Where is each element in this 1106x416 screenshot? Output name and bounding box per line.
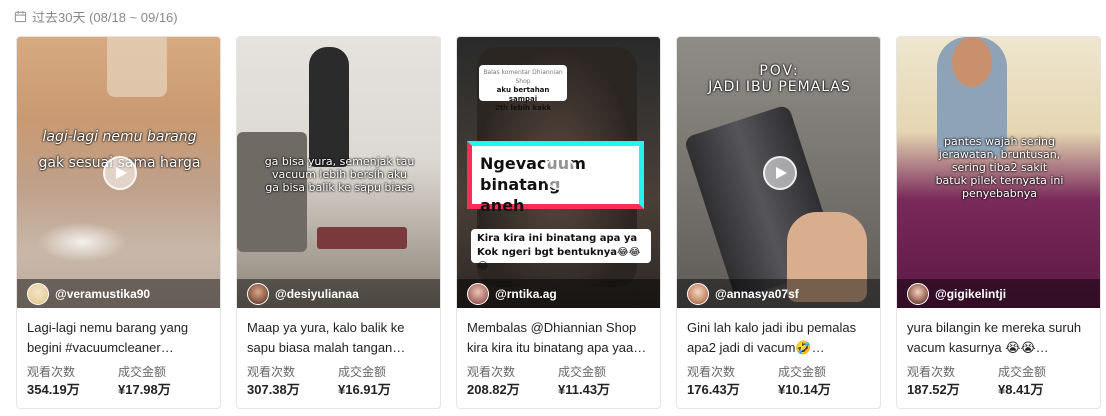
views-stat: 观看次数 176.43万	[687, 365, 778, 398]
video-stats: 观看次数 307.38万 成交金额 ¥16.91万	[237, 365, 440, 398]
thumbnail-detail	[37, 222, 127, 262]
gmv-label: 成交金额	[778, 365, 827, 379]
gmv-label: 成交金额	[118, 365, 167, 379]
author-bar: @annasya07sf	[677, 279, 880, 308]
video-card[interactable]: pantes wajah sering jerawatan, bruntusan…	[896, 36, 1101, 409]
avatar[interactable]	[27, 282, 49, 305]
thumbnail-detail	[107, 37, 167, 97]
video-thumbnail[interactable]: lagi-lagi nemu barang gak sesuai sama ha…	[17, 37, 220, 308]
video-card[interactable]: POV: JADI IBU PEMALAS @annasya07sf Gini …	[676, 36, 881, 409]
calendar-icon	[14, 10, 27, 22]
views-value: 354.19万	[27, 382, 80, 397]
reply-bubble-line: Balas komentar Dhiannian Shop	[483, 69, 563, 85]
overlay-line: pantes wajah sering	[943, 135, 1056, 148]
video-stats: 观看次数 176.43万 成交金额 ¥10.14万	[677, 365, 880, 398]
author-bar: @rntika.ag	[457, 279, 660, 308]
gmv-value: ¥11.43万	[558, 382, 611, 397]
author-handle[interactable]: @veramustika90	[55, 287, 150, 301]
gmv-label: 成交金额	[558, 365, 607, 379]
views-label: 观看次数	[687, 365, 736, 379]
views-value: 208.82万	[467, 382, 520, 397]
overlay-line: penyebabnya	[962, 187, 1037, 200]
views-label: 观看次数	[247, 365, 296, 379]
video-stats: 观看次数 354.19万 成交金额 ¥17.98万	[17, 365, 220, 398]
gmv-stat: 成交金额 ¥8.41万	[998, 365, 1089, 398]
video-caption[interactable]: Membalas @Dhiannian Shop kira kira itu b…	[457, 308, 660, 365]
video-thumbnail[interactable]: POV: JADI IBU PEMALAS @annasya07sf	[677, 37, 880, 308]
reply-bubble-line: aku bertahan sampai	[496, 86, 550, 103]
play-icon[interactable]	[542, 155, 577, 190]
overlay-line: batuk pilek ternyata ini	[935, 174, 1064, 187]
gmv-value: ¥17.98万	[118, 382, 171, 397]
video-card[interactable]: Balas komentar Dhiannian Shop aku bertah…	[456, 36, 661, 409]
sub-caption-line: Kok ngeri bgt bentuknya😂😂😂	[477, 247, 641, 272]
avatar[interactable]	[907, 282, 929, 305]
date-range-label: 过去30天 (08/18 ~ 09/16)	[32, 9, 178, 25]
sub-caption-line: Kira kira ini binatang apa ya	[477, 233, 638, 244]
video-caption[interactable]: Maap ya yura, kalo balik ke sapu biasa m…	[237, 308, 440, 365]
video-thumbnail[interactable]: ga bisa yura, semenjak tau vacuum lebih …	[237, 37, 440, 308]
author-handle[interactable]: @gigikelintji	[935, 287, 1006, 301]
video-card[interactable]: ga bisa yura, semenjak tau vacuum lebih …	[236, 36, 441, 409]
gmv-stat: 成交金额 ¥11.43万	[558, 365, 649, 398]
author-handle[interactable]: @desiyulianaa	[275, 287, 359, 301]
views-value: 176.43万	[687, 382, 740, 397]
play-icon[interactable]	[762, 155, 797, 190]
gmv-stat: 成交金额 ¥16.91万	[338, 365, 429, 398]
overlay-line: jerawatan, bruntusan,	[938, 148, 1061, 161]
thumbnail-detail	[952, 37, 992, 87]
gmv-value: ¥16.91万	[338, 382, 391, 397]
video-caption[interactable]: Gini lah kalo jadi ibu pemalas apa2 jadi…	[677, 308, 880, 365]
views-label: 观看次数	[27, 365, 76, 379]
author-bar: @veramustika90	[17, 279, 220, 308]
avatar[interactable]	[687, 282, 709, 305]
views-stat: 观看次数 307.38万	[247, 365, 338, 398]
overlay-line: POV:	[759, 63, 800, 79]
video-card[interactable]: lagi-lagi nemu barang gak sesuai sama ha…	[16, 36, 221, 409]
overlay-line: aneh	[480, 196, 525, 215]
overlay-line: sering tiba2 sakit	[951, 161, 1048, 174]
gmv-value: ¥10.14万	[778, 382, 831, 397]
views-label: 观看次数	[907, 365, 956, 379]
gmv-value: ¥8.41万	[998, 382, 1044, 397]
thumbnail-detail	[309, 47, 349, 167]
avatar[interactable]	[247, 282, 269, 305]
video-stats: 观看次数 187.52万 成交金额 ¥8.41万	[897, 365, 1100, 398]
play-icon[interactable]	[102, 155, 137, 190]
reply-bubble-line: 2th lebih kakk	[494, 104, 552, 112]
author-handle[interactable]: @rntika.ag	[495, 287, 557, 301]
author-bar: @desiyulianaa	[237, 279, 440, 308]
video-stats: 观看次数 208.82万 成交金额 ¥11.43万	[457, 365, 660, 398]
gmv-stat: 成交金额 ¥10.14万	[778, 365, 869, 398]
views-value: 187.52万	[907, 382, 960, 397]
views-label: 观看次数	[467, 365, 516, 379]
overlay-line: lagi-lagi nemu barang	[42, 129, 197, 145]
views-stat: 观看次数 354.19万	[27, 365, 118, 398]
video-caption[interactable]: Lagi-lagi nemu barang yang begini #vacuu…	[17, 308, 220, 365]
gmv-label: 成交金额	[338, 365, 387, 379]
author-handle[interactable]: @annasya07sf	[715, 287, 799, 301]
reply-bubble: Balas komentar Dhiannian Shop aku bertah…	[479, 65, 567, 112]
gmv-label: 成交金额	[998, 365, 1047, 379]
overlay-line: vacuum lebih bersih aku	[271, 168, 408, 181]
overlay-line: ga bisa yura, semenjak tau	[264, 155, 415, 168]
sub-caption-box: Kira kira ini binatang apa ya Kok ngeri …	[471, 229, 651, 272]
gmv-stat: 成交金额 ¥17.98万	[118, 365, 209, 398]
video-thumbnail[interactable]: pantes wajah sering jerawatan, bruntusan…	[897, 37, 1100, 308]
video-card-list: lagi-lagi nemu barang gak sesuai sama ha…	[16, 36, 1101, 409]
video-thumbnail[interactable]: Balas komentar Dhiannian Shop aku bertah…	[457, 37, 660, 308]
overlay-line: ga bisa balik ke sapu biasa	[265, 181, 414, 194]
video-caption[interactable]: yura bilangin ke mereka suruh vacum kasu…	[897, 308, 1100, 365]
date-range: 过去30天 (08/18 ~ 09/16)	[14, 8, 178, 25]
thumbnail-detail	[317, 227, 407, 249]
overlay-line: JADI IBU PEMALAS	[708, 79, 851, 95]
views-stat: 观看次数 187.52万	[907, 365, 998, 398]
views-stat: 观看次数 208.82万	[467, 365, 558, 398]
views-value: 307.38万	[247, 382, 300, 397]
author-bar: @gigikelintji	[897, 279, 1100, 308]
avatar[interactable]	[467, 282, 489, 305]
